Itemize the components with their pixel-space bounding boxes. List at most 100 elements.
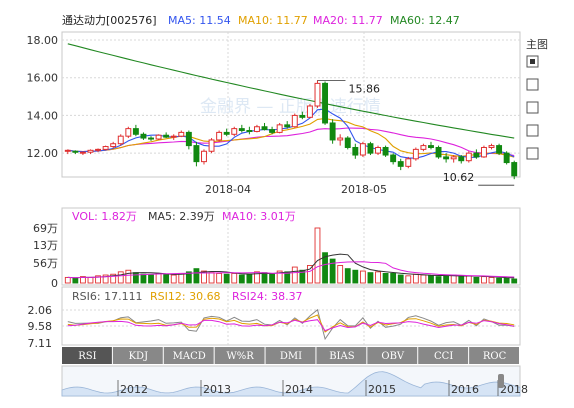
volume-bar xyxy=(231,272,238,284)
volume-bar xyxy=(458,276,465,284)
x-tick-label: 2018-04 xyxy=(205,183,251,196)
y-tick-label: 14.00 xyxy=(27,109,59,122)
candle-body xyxy=(511,162,518,177)
main-chart-title: 主图 xyxy=(526,38,548,51)
volume-bar xyxy=(405,275,412,284)
volume-bar xyxy=(314,227,321,284)
y-tick-label: 69万 xyxy=(33,222,58,235)
candle-body xyxy=(117,135,124,145)
max-price-label: 15.86 xyxy=(348,82,380,95)
volume-bar xyxy=(238,274,245,284)
candle-body xyxy=(367,143,374,154)
volume-bar xyxy=(193,268,200,284)
candle-body xyxy=(397,161,404,167)
candle-body xyxy=(322,82,329,124)
candle-body xyxy=(269,129,276,133)
indicator-tab-label: CCI xyxy=(434,351,453,362)
chart-header: 通达动力[002576] MA5: 11.54 MA10: 11.77 MA20… xyxy=(62,14,460,27)
y-tick-label: 13万 xyxy=(33,239,58,252)
rsi-panel: RSI6: 17.111 RSI12: 30.68 RSI24: 38.37 2… xyxy=(28,286,521,350)
indicator-tab-label: MACD xyxy=(173,351,206,362)
watermark: 金融界 — 正版极速行情 xyxy=(200,97,381,117)
volume-bar xyxy=(359,270,366,284)
candle-body xyxy=(178,131,185,137)
candle-body xyxy=(132,128,139,135)
candle-body xyxy=(450,156,457,160)
volume-bar xyxy=(443,275,450,284)
volume-bar xyxy=(269,273,275,284)
volume-bar xyxy=(291,266,298,284)
rsi12-label: RSI12: 30.68 xyxy=(150,290,221,303)
candle-body xyxy=(261,126,268,131)
volume-bar xyxy=(397,274,404,284)
candle-body xyxy=(231,128,238,135)
volume-bar xyxy=(155,272,162,284)
candle-body xyxy=(480,146,487,158)
volume-bar xyxy=(125,269,132,284)
volume-bar xyxy=(465,275,472,284)
candle-body xyxy=(95,148,102,151)
volume-bar xyxy=(511,278,518,284)
candle-body xyxy=(488,145,495,148)
y-tick-label: 18.00 xyxy=(27,34,59,47)
candle-body xyxy=(110,143,117,148)
vol-ma10-label: MA10: 3.01万 xyxy=(222,210,296,223)
indicator-tab-label: RSI xyxy=(78,351,96,362)
candle-body xyxy=(473,152,480,158)
candle-body xyxy=(390,154,397,163)
indicator-tab-label: ROC xyxy=(483,351,507,362)
volume-bar xyxy=(352,269,359,284)
indicator-tab-label: OBV xyxy=(381,351,405,362)
candle-body xyxy=(352,146,359,156)
candle-body xyxy=(405,158,412,167)
volume-bar xyxy=(375,271,381,284)
indicator-checkbox[interactable] xyxy=(526,78,539,91)
indicator-tabs: RSI KDJ MACD W%R DMI BIAS OBV CCI ROC xyxy=(62,347,519,364)
volume-bar xyxy=(307,265,313,284)
candle-body xyxy=(155,134,162,140)
volume-bar xyxy=(140,273,147,284)
candle-body xyxy=(276,124,283,133)
volume-bar xyxy=(178,272,185,284)
volume-bar xyxy=(503,277,510,284)
time-navigator[interactable]: 2012 2013 2014 2015 2016 2018 xyxy=(61,365,528,397)
min-price-label: 10.62 xyxy=(443,171,475,184)
year-label: 2013 xyxy=(203,383,231,396)
candle-body xyxy=(185,131,192,147)
candle-body xyxy=(284,124,291,128)
candle-body xyxy=(193,145,200,163)
candle-body xyxy=(344,137,351,148)
indicator-checkbox[interactable] xyxy=(526,147,539,160)
volume-bar xyxy=(223,273,230,284)
volume-bar xyxy=(382,272,389,284)
stock-chart: 通达动力[002576] MA5: 11.54 MA10: 11.77 MA20… xyxy=(27,14,574,397)
ma60-label: MA60: 12.47 xyxy=(390,14,460,27)
rsi24-label: RSI24: 38.37 xyxy=(232,290,303,303)
volume-bar xyxy=(261,272,268,284)
y-tick-label: 16.00 xyxy=(27,72,59,85)
year-label: 2016 xyxy=(451,383,479,396)
indicator-checkbox[interactable] xyxy=(526,124,539,137)
volume-bar xyxy=(148,274,154,284)
candle-body xyxy=(72,150,79,153)
indicator-tab-label: W%R xyxy=(226,351,254,362)
candle-body xyxy=(420,145,427,150)
y-tick-label: 12.00 xyxy=(27,147,59,160)
volume-bar xyxy=(72,277,79,284)
volume-bar xyxy=(390,272,397,284)
candle-body xyxy=(253,126,260,132)
price-panel: 金融界 — 正版极速行情 15.86 10.62 18.00 16.00 14.00 1… xyxy=(27,31,521,186)
candle-body xyxy=(299,114,306,118)
candle-body xyxy=(238,128,245,132)
candle-body xyxy=(87,149,94,153)
indicator-checkbox[interactable] xyxy=(526,101,539,114)
candle-body xyxy=(170,135,177,138)
year-label: 2015 xyxy=(368,383,396,396)
volume-bar xyxy=(87,276,94,284)
candle-body xyxy=(337,137,344,141)
navigator-handle[interactable] xyxy=(498,374,504,388)
candle-body xyxy=(291,114,298,128)
candle-body xyxy=(201,150,207,163)
volume-bar xyxy=(481,276,487,284)
y-tick-label: 7.11 xyxy=(28,337,53,350)
